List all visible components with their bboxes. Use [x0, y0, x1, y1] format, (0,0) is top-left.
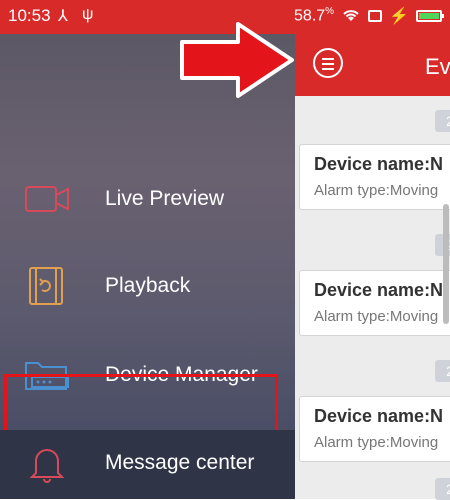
battery-value: 58.7 [294, 7, 326, 25]
menu-item-message-center[interactable]: Message center [0, 434, 295, 492]
battery-icon [416, 10, 444, 22]
scrollbar[interactable] [443, 204, 449, 324]
menu-label-playback: Playback [105, 274, 191, 297]
card-alarm-type: Alarm type:Moving [314, 434, 439, 451]
card-device-name: Device name:N [314, 154, 444, 174]
panel-title: Ev [425, 54, 450, 79]
arrow-annotation-icon [180, 22, 294, 98]
battery-unit: % [325, 6, 335, 18]
bell-icon [29, 449, 65, 483]
menu-label-live-preview: Live Preview [105, 187, 225, 210]
navigation-drawer: Live Preview Playback Device Manager Mes… [0, 34, 295, 499]
battery-percent: 58.7% [294, 6, 334, 25]
screen-icon [368, 10, 383, 22]
menu-item-playback[interactable]: Playback [0, 257, 295, 315]
usb-icon: ψ [82, 6, 94, 23]
date-chip: 2 [435, 478, 450, 500]
card-alarm-type: Alarm type:Moving [314, 182, 439, 199]
event-card[interactable]: Device name:N Alarm type:Moving [299, 396, 450, 462]
camera-icon [25, 186, 69, 212]
charging-icon: ⚡ [389, 8, 409, 25]
status-time: 10:53 [8, 6, 51, 25]
card-device-name: Device name:N [314, 280, 444, 300]
usb-tether-icon: ⅄ [58, 8, 68, 25]
event-panel: Ev 2 Device name:N Alarm type:Moving 2 D… [295, 34, 450, 500]
menu-button[interactable] [313, 48, 343, 78]
card-alarm-type: Alarm type:Moving [314, 308, 439, 325]
film-icon [29, 267, 63, 305]
date-chip: 2 [435, 360, 450, 382]
card-device-name: Device name:N [314, 406, 444, 426]
wifi-icon [341, 7, 361, 26]
event-card[interactable]: Device name:N Alarm type:Moving [299, 270, 450, 336]
date-chip: 2 [435, 110, 450, 132]
event-card[interactable]: Device name:N Alarm type:Moving [299, 144, 450, 210]
device-manager-highlight-box [4, 374, 278, 438]
panel-header: Ev [295, 34, 450, 96]
menu-label-message-center: Message center [105, 451, 255, 474]
status-right: 58.7% ⚡ [294, 6, 444, 26]
menu-item-live-preview[interactable]: Live Preview [0, 170, 295, 228]
